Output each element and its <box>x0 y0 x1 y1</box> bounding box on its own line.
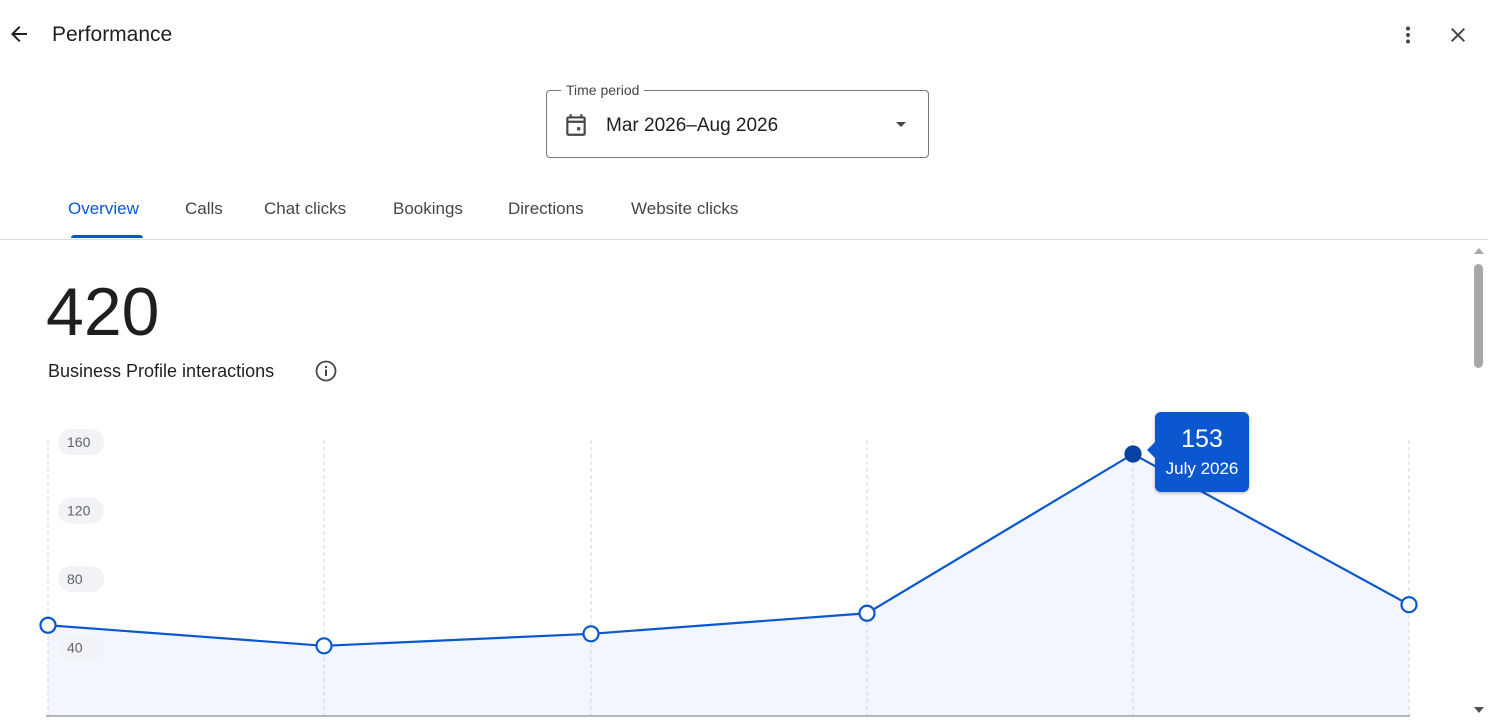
chart-point <box>39 616 57 634</box>
arrow-back-icon <box>11 26 27 42</box>
close-icon <box>1451 28 1465 42</box>
chart-point <box>1124 445 1142 463</box>
tab-website-clicks[interactable]: Website clicks <box>631 198 738 220</box>
overview-panel: 420 Business Profile interactions 160 120… <box>0 240 1470 725</box>
top-app-bar: Performance <box>0 0 1488 70</box>
calendar-icon <box>566 114 586 136</box>
page-title: Performance <box>52 23 173 46</box>
active-tab-indicator <box>71 235 143 238</box>
chart-point <box>315 637 333 655</box>
y-tick-label: 40 <box>67 640 83 656</box>
tooltip-value: 153 <box>1181 425 1223 453</box>
tab-directions[interactable]: Directions <box>508 198 584 220</box>
chart-point <box>582 625 600 643</box>
tooltip-label: July 2026 <box>1165 459 1239 478</box>
tab-chat-clicks[interactable]: Chat clicks <box>264 198 346 220</box>
close-button[interactable] <box>1443 20 1473 50</box>
more-vert-icon <box>1406 26 1410 44</box>
scroll-down-icon[interactable] <box>1473 705 1485 715</box>
more-options-button[interactable] <box>1393 20 1423 50</box>
y-tick-label: 160 <box>67 434 91 450</box>
time-period-label: Time period <box>561 80 645 100</box>
chart-point <box>858 604 876 622</box>
scroll-up-icon[interactable] <box>1473 246 1485 256</box>
y-tick-label: 80 <box>67 571 83 587</box>
scroll-thumb[interactable] <box>1474 264 1483 368</box>
interactions-chart: 160 120 80 40 <box>39 429 1418 717</box>
back-button[interactable] <box>4 19 34 49</box>
tab-overview[interactable]: Overview <box>68 198 139 220</box>
tab-bookings[interactable]: Bookings <box>393 198 463 220</box>
dropdown-arrow-icon <box>896 122 906 127</box>
y-tick-label: 120 <box>67 503 91 519</box>
chart-point <box>1400 596 1418 614</box>
time-period-select[interactable]: Time period Mar 2026–Aug 2026 <box>546 80 929 158</box>
tab-calls[interactable]: Calls <box>185 198 223 220</box>
scrollbar[interactable] <box>1470 240 1488 725</box>
tab-bar: Overview Calls Chat clicks Bookings Dire… <box>0 180 1488 240</box>
time-period-value: Mar 2026–Aug 2026 <box>606 115 779 136</box>
chart-tooltip: 153 July 2026 <box>1147 412 1249 492</box>
